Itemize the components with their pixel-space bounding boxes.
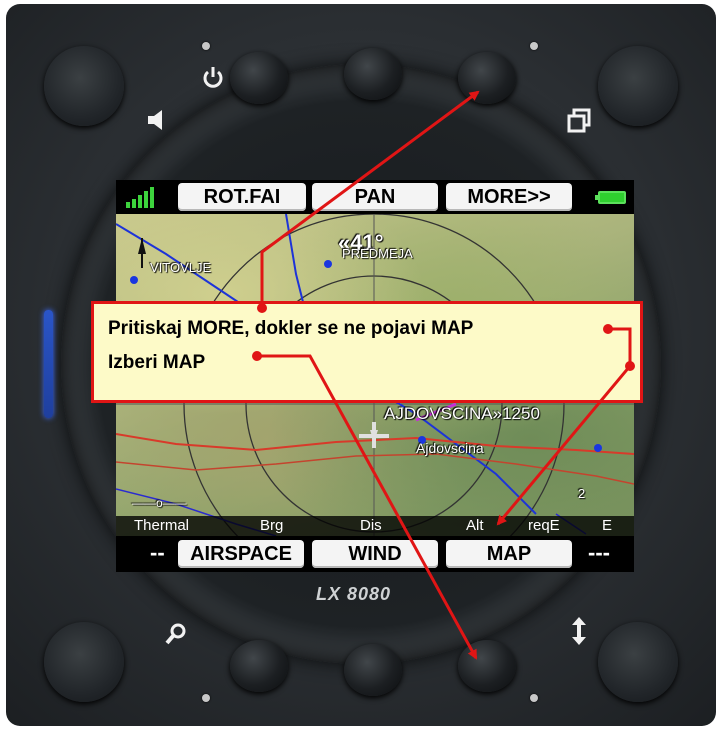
annotation-arrows [252,90,635,660]
arrow-start-dot [625,361,635,371]
arrow-to-map-softkey [496,327,632,526]
arrow-to-bottom-button [257,354,478,660]
arrow-start-dot [257,303,267,313]
arrow-start-dot [603,324,613,334]
arrow-to-more-button [260,90,480,308]
arrow-start-dot [252,351,262,361]
